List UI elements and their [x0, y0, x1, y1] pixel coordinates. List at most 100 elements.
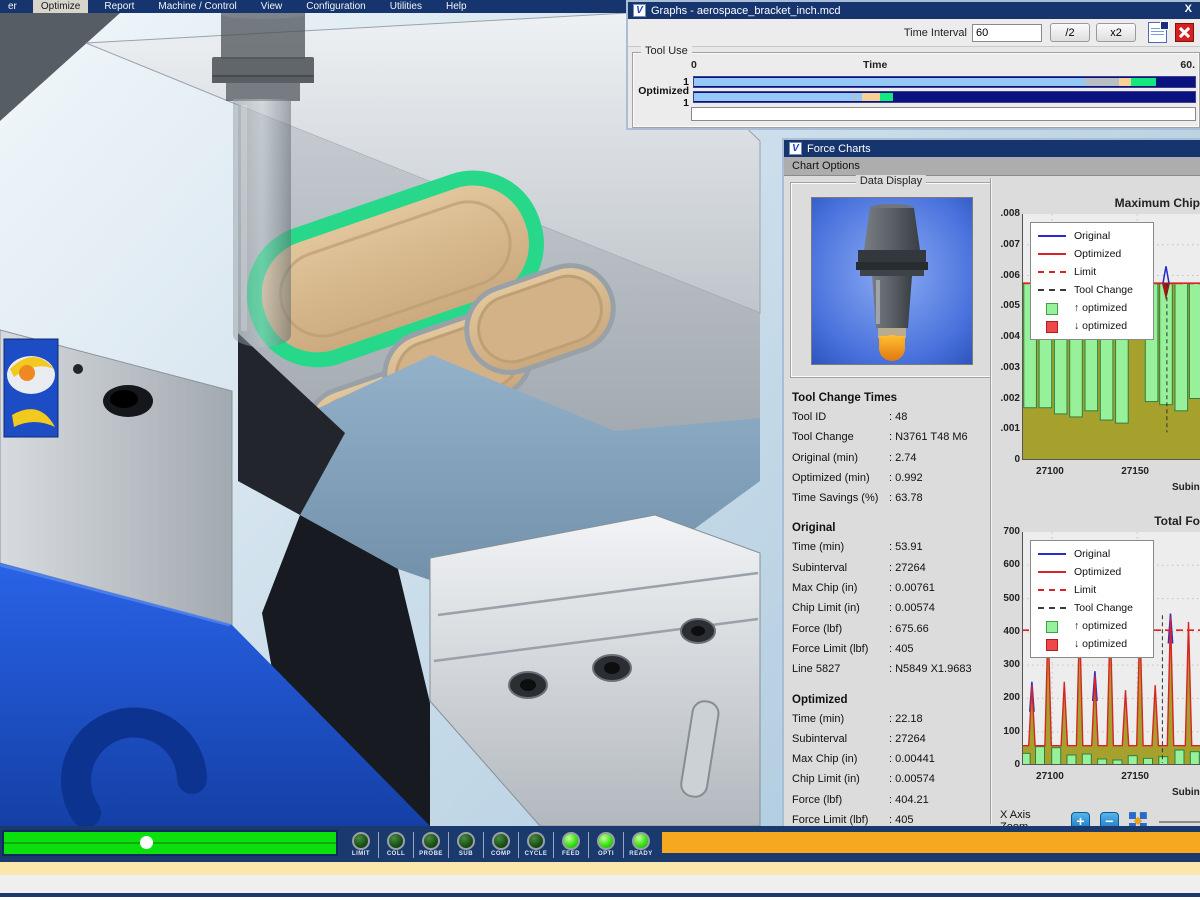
info-row: Chip Limit (in): 0.00574: [792, 598, 998, 618]
led-label: COMP: [491, 851, 511, 857]
sq-green-icon: [1038, 621, 1066, 631]
legend-label: ↑ optimized: [1074, 302, 1127, 314]
progress-amber-bar: [662, 832, 1200, 853]
slider-track-line: [4, 842, 336, 844]
legend-label: Optimized: [1074, 566, 1121, 578]
tool-use-rows: 1Optimized 1: [635, 75, 1196, 105]
axis-label: 0: [988, 454, 1020, 465]
led-light: [597, 832, 615, 850]
double-interval-button[interactable]: x2: [1096, 23, 1136, 42]
info-row: Time Savings (%): 63.78: [792, 488, 998, 508]
led-divider: [448, 832, 449, 858]
info-label: Subinterval: [792, 558, 889, 578]
led-label: READY: [629, 851, 653, 857]
timeline-segment-tan: [862, 93, 881, 101]
axis-label: 400: [988, 626, 1020, 637]
progress-slider[interactable]: [2, 830, 338, 856]
tool-preview-image: [811, 197, 973, 365]
legend-label: Tool Change: [1074, 602, 1133, 614]
axis-label: Maximum Chip: [1024, 196, 1200, 210]
led-ready: READY: [626, 832, 656, 857]
graphs-window-title: Graphs - aerospace_bracket_inch.mcd: [651, 5, 841, 17]
info-row: Tool Change: N3761 T48 M6: [792, 427, 998, 447]
section-heading: Tool Change Times: [792, 392, 998, 404]
data-display-label: Data Display: [856, 175, 926, 187]
vericut-icon: V: [633, 4, 646, 17]
axis-label: .003: [988, 362, 1020, 373]
led-cycle: CYCLE: [521, 832, 551, 857]
led-comp: COMP: [486, 832, 516, 857]
graphs-toolbar: Time Interval /2 x2: [628, 19, 1200, 47]
axis-label: Subin: [1172, 787, 1200, 798]
time-interval-input[interactable]: [972, 24, 1042, 42]
info-value: : 48: [889, 407, 907, 427]
info-label: Chip Limit (in): [792, 769, 889, 789]
led-divider: [518, 832, 519, 858]
axis-label: 600: [988, 559, 1020, 570]
info-label: Max Chip (in): [792, 749, 889, 769]
force-charts-titlebar[interactable]: V Force Charts: [784, 140, 1200, 157]
legend-entry: Original: [1031, 545, 1153, 563]
info-value: : 53.91: [889, 537, 923, 557]
legend-label: Original: [1074, 548, 1110, 560]
led-feed: FEED: [556, 832, 586, 857]
info-label: Force (lbf): [792, 619, 889, 639]
half-interval-button[interactable]: /2: [1050, 23, 1090, 42]
tool-use-group: Tool Use 0 Time 60. 1Optimized 1: [632, 52, 1200, 128]
tool-use-axis-end: 60.: [1180, 59, 1195, 71]
close-graphs-icon[interactable]: [1175, 23, 1194, 42]
line-blue-icon: [1038, 549, 1066, 559]
graphs-titlebar[interactable]: V Graphs - aerospace_bracket_inch.mcd X: [628, 2, 1200, 19]
close-icon[interactable]: X: [1185, 3, 1192, 15]
timeline-segment-gray: [1085, 78, 1120, 86]
report-icon[interactable]: [1148, 22, 1167, 43]
led-divider: [553, 832, 554, 858]
legend-entry: Original: [1031, 227, 1153, 245]
line-blue-icon: [1038, 231, 1066, 241]
menu-item-machine-control[interactable]: Machine / Control: [150, 0, 244, 13]
menu-item-help[interactable]: Help: [438, 0, 475, 13]
led-divider: [623, 832, 624, 858]
legend-entry: Limit: [1031, 263, 1153, 281]
legend-label: Original: [1074, 230, 1110, 242]
dash-red-icon: [1038, 585, 1066, 595]
led-coll: COLL: [381, 832, 411, 857]
legend-entry: ↓ optimized: [1031, 317, 1153, 335]
legend-entry: ↓ optimized: [1031, 635, 1153, 653]
led-divider: [483, 832, 484, 858]
menu-item-configuration[interactable]: Configuration: [298, 0, 373, 13]
menu-item-optimize[interactable]: Optimize: [33, 0, 88, 13]
axis-label: 27150: [1121, 466, 1149, 477]
info-row: Tool ID: 48: [792, 407, 998, 427]
menu-item-view[interactable]: View: [253, 0, 291, 13]
section-heading: Original: [792, 522, 998, 534]
timeline-segment-tan: [1119, 78, 1131, 86]
menu-item-utilities[interactable]: Utilities: [382, 0, 430, 13]
axis-label: .006: [988, 270, 1020, 281]
led-label: CYCLE: [525, 851, 548, 857]
info-label: Force (lbf): [792, 790, 889, 810]
zoom-slider[interactable]: [1159, 821, 1200, 823]
menu-item-er[interactable]: er: [0, 0, 25, 13]
info-label: Line 5827: [792, 659, 889, 679]
graphs-window: V Graphs - aerospace_bracket_inch.mcd X …: [626, 0, 1200, 130]
chart-options-menu[interactable]: Chart Options: [784, 157, 1200, 176]
legend-label: Tool Change: [1074, 284, 1133, 296]
tool-use-label: Tool Use: [641, 45, 692, 57]
menu-item-report[interactable]: Report: [96, 0, 142, 13]
info-label: Tool ID: [792, 407, 889, 427]
legend-entry: ↑ optimized: [1031, 617, 1153, 635]
tool-use-row-label: Optimized 1: [635, 85, 693, 109]
info-row: Line 5827: N5849 X1.9683: [792, 659, 998, 679]
slider-handle[interactable]: [140, 836, 153, 849]
led-divider: [378, 832, 379, 858]
timeline-segment-skyblue: [694, 78, 1085, 86]
data-display-group: Data Display: [790, 182, 992, 378]
legend-entry: Optimized: [1031, 245, 1153, 263]
info-label: Optimized (min): [792, 468, 889, 488]
axis-label: Subin: [1172, 482, 1200, 493]
info-row: Chip Limit (in): 0.00574: [792, 769, 998, 789]
info-value: : N3761 T48 M6: [889, 427, 968, 447]
led-light: [562, 832, 580, 850]
tool-use-scrollbar[interactable]: [691, 107, 1196, 121]
